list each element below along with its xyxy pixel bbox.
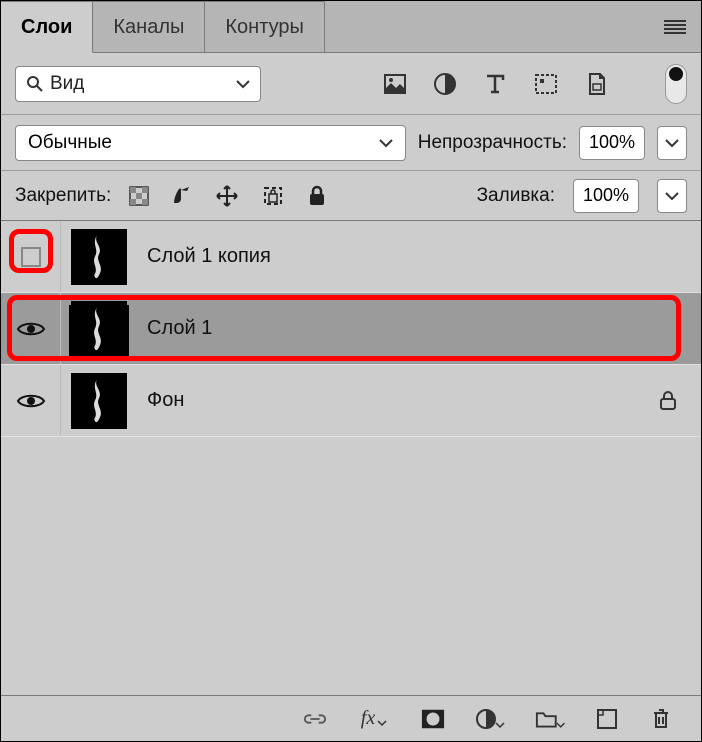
search-icon bbox=[26, 75, 44, 93]
new-group-button[interactable] bbox=[535, 707, 565, 731]
lock-icons bbox=[129, 184, 327, 208]
lock-all-icon[interactable] bbox=[307, 185, 327, 207]
lock-row: Закрепить: Заливка: 100% bbox=[1, 171, 701, 221]
layer-row[interactable]: Слой 1 копия bbox=[1, 221, 701, 293]
filter-shape-icon[interactable] bbox=[534, 73, 558, 95]
layer-style-button[interactable]: fx bbox=[357, 707, 391, 731]
lock-transparency-icon[interactable] bbox=[129, 186, 149, 206]
visibility-toggle[interactable] bbox=[1, 221, 61, 292]
selection-brackets-icon bbox=[77, 305, 121, 353]
filter-label: Вид bbox=[50, 73, 84, 95]
filter-toggle[interactable] bbox=[665, 64, 687, 104]
smoke-thumbnail-icon bbox=[79, 377, 119, 425]
panel-menu-button[interactable] bbox=[649, 1, 701, 52]
smoke-thumbnail-icon bbox=[79, 233, 119, 281]
fill-dropdown-button[interactable] bbox=[657, 179, 687, 213]
tab-layers[interactable]: Слои bbox=[1, 1, 93, 53]
blend-row: Обычные Непрозрачность: 100% bbox=[1, 115, 701, 171]
panel-tabs: Слои Каналы Контуры bbox=[1, 1, 701, 53]
chevron-down-icon bbox=[379, 138, 393, 148]
new-layer-button[interactable] bbox=[595, 707, 619, 731]
hamburger-icon bbox=[664, 20, 686, 34]
visibility-toggle[interactable] bbox=[1, 365, 61, 436]
tab-channels[interactable]: Каналы bbox=[93, 1, 205, 52]
blend-mode-select[interactable]: Обычные bbox=[15, 125, 406, 161]
layer-thumbnail[interactable] bbox=[71, 229, 127, 285]
layer-mask-button[interactable] bbox=[421, 707, 445, 731]
lock-icon bbox=[659, 391, 677, 411]
toggle-knob bbox=[669, 67, 683, 81]
lock-label: Закрепить: bbox=[15, 185, 111, 207]
filter-row: Вид bbox=[1, 53, 701, 115]
opacity-input[interactable]: 100% bbox=[579, 126, 645, 160]
filter-type-icon[interactable] bbox=[484, 73, 506, 95]
chevron-down-icon bbox=[236, 79, 250, 89]
fill-label: Заливка: bbox=[477, 185, 555, 207]
link-layers-button[interactable] bbox=[303, 707, 327, 731]
panel-footer: fx bbox=[1, 695, 701, 741]
blend-mode-value: Обычные bbox=[28, 132, 112, 154]
eye-icon bbox=[16, 391, 46, 411]
adjustment-layer-button[interactable] bbox=[475, 707, 505, 731]
filter-icons bbox=[384, 72, 608, 96]
layer-thumbnail[interactable] bbox=[71, 373, 127, 429]
opacity-dropdown-button[interactable] bbox=[657, 126, 687, 160]
lock-position-icon[interactable] bbox=[215, 184, 239, 208]
opacity-label: Непрозрачность: bbox=[418, 132, 567, 154]
delete-layer-button[interactable] bbox=[649, 707, 673, 731]
layer-name[interactable]: Фон bbox=[147, 389, 184, 412]
visibility-toggle[interactable] bbox=[1, 293, 61, 364]
filter-pixel-icon[interactable] bbox=[384, 74, 406, 94]
lock-artboard-icon[interactable] bbox=[261, 184, 285, 208]
filter-smartobject-icon[interactable] bbox=[586, 72, 608, 96]
lock-image-icon[interactable] bbox=[171, 185, 193, 207]
layers-panel: Слои Каналы Контуры Вид bbox=[0, 0, 702, 742]
layer-filter-select[interactable]: Вид bbox=[15, 66, 261, 102]
layer-name[interactable]: Слой 1 bbox=[147, 317, 212, 340]
layer-name[interactable]: Слой 1 копия bbox=[147, 245, 271, 268]
eye-icon bbox=[16, 319, 46, 339]
layer-thumbnail[interactable] bbox=[71, 301, 127, 357]
filter-adjustment-icon[interactable] bbox=[434, 73, 456, 95]
tab-paths[interactable]: Контуры bbox=[205, 1, 324, 52]
layers-list: Слой 1 копия Слой 1 Фон bbox=[1, 221, 701, 437]
layer-row[interactable]: Слой 1 bbox=[1, 293, 701, 365]
visibility-off-icon bbox=[17, 243, 45, 271]
fill-input[interactable]: 100% bbox=[573, 179, 639, 213]
layer-row[interactable]: Фон bbox=[1, 365, 701, 437]
